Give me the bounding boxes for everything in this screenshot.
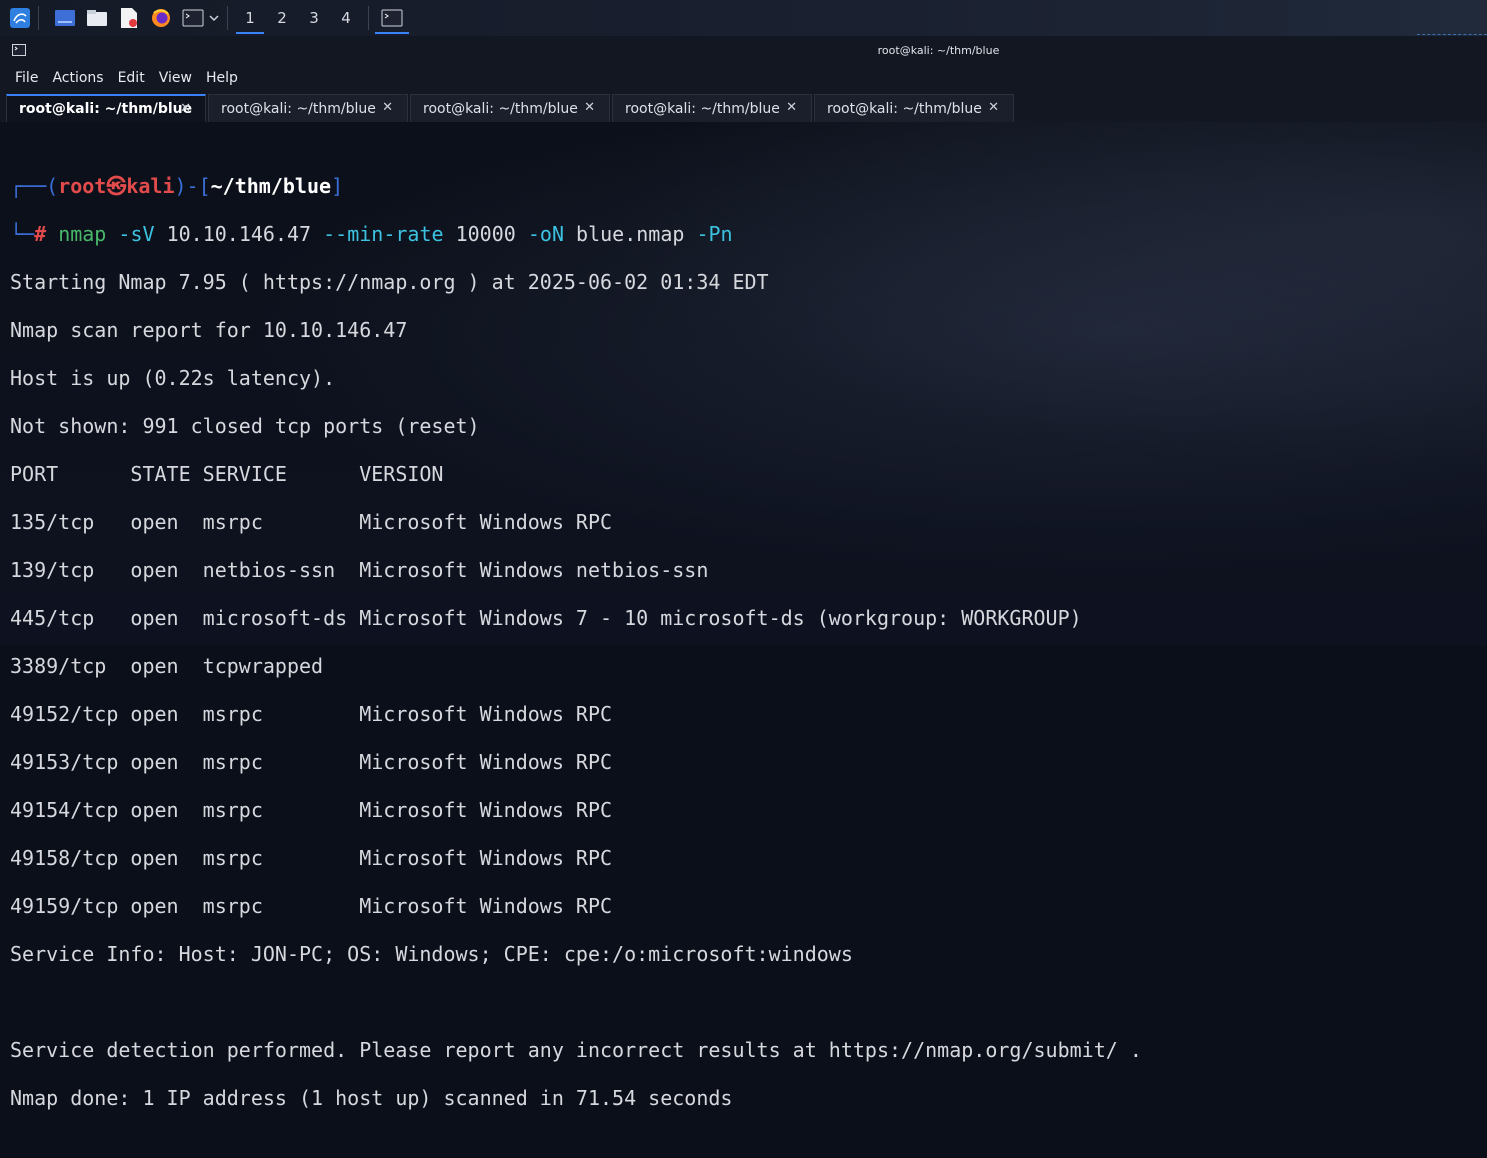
command-flag: --min-rate: [323, 222, 444, 246]
firefox-icon[interactable]: [149, 6, 173, 30]
output-line: PORT STATE SERVICE VERSION: [10, 462, 444, 486]
tab-label: root@kali: ~/thm/blue: [423, 100, 578, 117]
command-value: blue.nmap: [576, 222, 685, 246]
output-line: 49159/tcp open msrpc Microsoft Windows R…: [10, 894, 613, 918]
tab-5[interactable]: root@kali: ~/thm/blue ✕: [814, 94, 1014, 122]
output-line: Nmap scan report for 10.10.146.47: [10, 318, 408, 342]
prompt-line-1: ┌──(root㉿kali)-[~/thm/blue]: [10, 174, 344, 198]
show-desktop-icon[interactable]: [53, 6, 77, 30]
close-icon[interactable]: ✕: [180, 101, 191, 116]
workspace-1[interactable]: 1: [234, 0, 266, 36]
menu-view[interactable]: View: [152, 70, 199, 86]
panel-separator: [38, 6, 39, 30]
command-name: nmap: [58, 222, 107, 246]
close-icon[interactable]: ✕: [988, 100, 999, 115]
close-icon[interactable]: ✕: [382, 100, 393, 115]
window-titlebar[interactable]: root@kali: ~/thm/blue: [0, 36, 1487, 64]
prompt-path: ~/thm/blue: [210, 174, 332, 198]
close-icon[interactable]: ✕: [584, 100, 595, 115]
menu-help[interactable]: Help: [199, 70, 245, 86]
terminal-icon: [381, 9, 403, 27]
command-target: 10.10.146.47: [166, 222, 312, 246]
kali-menu-icon[interactable]: [8, 6, 32, 30]
text-editor-icon[interactable]: [117, 6, 141, 30]
output-line: 3389/tcp open tcpwrapped: [10, 654, 324, 678]
file-manager-icon[interactable]: [85, 6, 109, 30]
output-line: Service detection performed. Please repo…: [10, 1038, 1142, 1062]
panel-separator: [368, 6, 369, 30]
menu-edit[interactable]: Edit: [111, 70, 152, 86]
prompt-user: root: [58, 174, 107, 198]
tab-label: root@kali: ~/thm/blue: [221, 100, 376, 117]
tab-3[interactable]: root@kali: ~/thm/blue ✕: [410, 94, 610, 122]
terminal-window: root@kali: ~/thm/blue File Actions Edit …: [0, 36, 1487, 1110]
output-line: 49154/tcp open msrpc Microsoft Windows R…: [10, 798, 613, 822]
terminal-output[interactable]: ┌──(root㉿kali)-[~/thm/blue] └─# nmap -sV…: [0, 122, 1487, 1110]
tab-2[interactable]: root@kali: ~/thm/blue ✕: [208, 94, 408, 122]
output-line: 445/tcp open microsoft-ds Microsoft Wind…: [10, 606, 1082, 630]
output-line: Service Info: Host: JON-PC; OS: Windows;…: [10, 942, 853, 966]
tab-label: root@kali: ~/thm/blue: [625, 100, 780, 117]
top-panel: 1 2 3 4: [0, 0, 1487, 36]
close-icon[interactable]: ✕: [786, 100, 797, 115]
tab-1[interactable]: root@kali: ~/thm/blue ✕: [6, 94, 206, 122]
command-flag: -sV: [118, 222, 155, 246]
panel-separator: [227, 6, 228, 30]
output-line: 49152/tcp open msrpc Microsoft Windows R…: [10, 702, 613, 726]
prompt-line-2: └─# nmap -sV 10.10.146.47 --min-rate 100…: [10, 222, 733, 246]
output-line: 139/tcp open netbios-ssn Microsoft Windo…: [10, 558, 709, 582]
menu-bar: File Actions Edit View Help: [0, 64, 1487, 92]
output-line: Host is up (0.22s latency).: [10, 366, 336, 390]
output-line: Not shown: 991 closed tcp ports (reset): [10, 414, 480, 438]
command-value: 10000: [455, 222, 516, 246]
taskbar-terminal-window[interactable]: [375, 0, 409, 36]
chevron-down-icon[interactable]: [207, 6, 221, 30]
workspace-4[interactable]: 4: [330, 0, 362, 36]
menu-actions[interactable]: Actions: [45, 70, 110, 86]
output-line: 49158/tcp open msrpc Microsoft Windows R…: [10, 846, 613, 870]
output-line: Starting Nmap 7.95 ( https://nmap.org ) …: [10, 270, 769, 294]
tab-4[interactable]: root@kali: ~/thm/blue ✕: [612, 94, 812, 122]
workspace-3[interactable]: 3: [298, 0, 330, 36]
prompt-host: kali: [126, 174, 175, 198]
command-flag: -oN: [527, 222, 564, 246]
tab-bar: root@kali: ~/thm/blue ✕ root@kali: ~/thm…: [0, 92, 1487, 123]
terminal-icon[interactable]: [181, 6, 205, 30]
tab-label: root@kali: ~/thm/blue: [827, 100, 982, 117]
workspace-2[interactable]: 2: [266, 0, 298, 36]
output-line: 135/tcp open msrpc Microsoft Windows RPC: [10, 510, 613, 534]
window-title: root@kali: ~/thm/blue: [877, 44, 1000, 57]
output-line: Nmap done: 1 IP address (1 host up) scan…: [10, 1086, 733, 1110]
command-flag: -Pn: [696, 222, 733, 246]
tab-label: root@kali: ~/thm/blue: [19, 101, 193, 117]
output-line: 49153/tcp open msrpc Microsoft Windows R…: [10, 750, 613, 774]
prompt-symbol: #: [34, 222, 47, 246]
menu-file[interactable]: File: [8, 70, 45, 86]
panel-decoration: [1417, 34, 1487, 35]
